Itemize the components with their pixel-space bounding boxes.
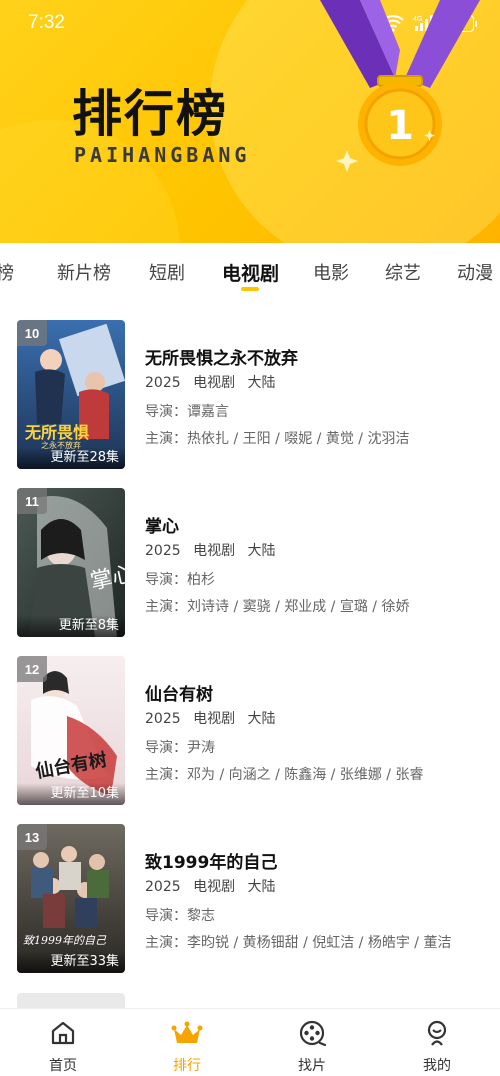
item-cast: 主演：刘诗诗 / 窦骁 / 郑业成 / 宣璐 / 徐娇 xyxy=(145,599,410,615)
poster-image[interactable]: 掌心 11 更新至8集 xyxy=(17,488,125,637)
nav-ranking[interactable]: 排行 xyxy=(137,1009,237,1076)
item-director: 导演：尹涛 xyxy=(145,740,215,756)
list-item[interactable]: 无所畏惧 之永不放弃 10 更新至28集 无所畏惧之永不放弃 2025 电视剧 … xyxy=(0,320,500,470)
category-tabs: 榜 新片榜 短剧 电视剧 电影 综艺 动漫 xyxy=(0,243,500,301)
item-meta: 2025 电视剧 大陆 xyxy=(145,372,284,392)
rank-badge: 12 xyxy=(17,656,47,682)
item-director: 导演：谭嘉言 xyxy=(145,404,229,420)
poster-image[interactable]: 致1999年的自己 13 更新至33集 xyxy=(17,824,125,973)
item-year: 2025 xyxy=(145,375,181,391)
page-subtitle: PAIHANGBANG xyxy=(74,143,251,167)
nav-home[interactable]: 首页 xyxy=(13,1009,113,1076)
update-status: 更新至28集 xyxy=(17,447,125,469)
tab-tv-series[interactable]: 电视剧 xyxy=(222,259,279,286)
item-meta: 2025 电视剧 大陆 xyxy=(145,708,284,728)
home-icon xyxy=(51,1021,75,1045)
update-status: 更新至10集 xyxy=(17,783,125,805)
gold-medal-icon: 1 xyxy=(320,0,480,172)
item-cast: 主演：李昀锐 / 黄杨钿甜 / 倪虹洁 / 杨皓宇 / 董洁 xyxy=(145,935,452,951)
tab-new-releases[interactable]: 新片榜 xyxy=(57,259,111,285)
list-item[interactable]: 掌心 11 更新至8集 掌心 2025 电视剧 大陆 导演：柏杉 主演：刘诗诗 … xyxy=(0,488,500,638)
item-title[interactable]: 致1999年的自己 xyxy=(145,848,277,873)
item-year: 2025 xyxy=(145,879,181,895)
item-title[interactable]: 仙台有树 xyxy=(145,680,213,705)
poster-image[interactable]: 仙台有树 12 更新至10集 xyxy=(17,656,125,805)
header-banner: 7:32 4G 排行榜 PAIHANGBANG 1 xyxy=(0,0,500,243)
item-director: 导演：柏杉 xyxy=(145,572,215,588)
item-meta: 2025 电视剧 大陆 xyxy=(145,876,284,896)
item-genre: 电视剧 xyxy=(193,711,236,727)
tab-anime[interactable]: 动漫 xyxy=(457,259,493,285)
list-item[interactable]: 仙台有树 12 更新至10集 仙台有树 2025 电视剧 大陆 导演：尹涛 主演… xyxy=(0,656,500,806)
svg-text:无所畏惧: 无所畏惧 xyxy=(24,423,89,442)
update-status: 更新至33集 xyxy=(17,951,125,973)
crown-icon xyxy=(171,1021,203,1043)
nav-find-movies[interactable]: 找片 xyxy=(262,1009,362,1076)
page-title: 排行榜 xyxy=(72,85,228,143)
poster-image[interactable]: 无所畏惧 之永不放弃 10 更新至28集 xyxy=(17,320,125,469)
nav-profile-label: 我的 xyxy=(423,1058,451,1074)
item-title[interactable]: 掌心 xyxy=(145,512,179,537)
item-genre: 电视剧 xyxy=(193,375,236,391)
active-tab-indicator xyxy=(241,287,259,291)
tab-variety[interactable]: 综艺 xyxy=(385,259,421,285)
item-cast: 主演：邓为 / 向涵之 / 陈鑫海 / 张维娜 / 张睿 xyxy=(145,767,424,783)
item-year: 2025 xyxy=(145,711,181,727)
nav-find-movies-label: 找片 xyxy=(298,1058,326,1074)
item-title[interactable]: 无所畏惧之永不放弃 xyxy=(145,344,298,369)
nav-ranking-label: 排行 xyxy=(173,1058,201,1074)
item-region: 大陆 xyxy=(247,879,276,895)
tab-movies[interactable]: 电影 xyxy=(313,259,349,285)
rank-badge: 10 xyxy=(17,320,47,346)
item-meta: 2025 电视剧 大陆 xyxy=(145,540,284,560)
update-status: 更新至8集 xyxy=(17,615,125,637)
list-item[interactable]: 致1999年的自己 13 更新至33集 致1999年的自己 2025 电视剧 大… xyxy=(0,824,500,974)
bottom-navigation: 首页 排行 找片 我的 xyxy=(0,1008,500,1076)
film-reel-icon xyxy=(299,1020,326,1047)
svg-text:1: 1 xyxy=(386,103,414,149)
rank-badge: 11 xyxy=(17,488,47,514)
item-region: 大陆 xyxy=(247,711,276,727)
nav-home-label: 首页 xyxy=(49,1058,77,1074)
next-item-peek[interactable] xyxy=(17,993,125,1008)
profile-icon xyxy=(427,1020,447,1046)
nav-profile[interactable]: 我的 xyxy=(387,1009,487,1076)
rank-badge: 13 xyxy=(17,824,47,850)
item-genre: 电视剧 xyxy=(193,879,236,895)
item-region: 大陆 xyxy=(247,543,276,559)
item-cast: 主演：热依扎 / 王阳 / 啜妮 / 黄觉 / 沈羽洁 xyxy=(145,431,410,447)
tab-short-drama[interactable]: 短剧 xyxy=(149,259,185,285)
item-region: 大陆 xyxy=(247,375,276,391)
item-director: 导演：黎志 xyxy=(145,908,215,924)
item-year: 2025 xyxy=(145,543,181,559)
svg-text:致1999年的自己: 致1999年的自己 xyxy=(23,934,107,947)
status-time: 7:32 xyxy=(28,12,65,33)
tab-hot[interactable]: 榜 xyxy=(0,259,14,285)
item-genre: 电视剧 xyxy=(193,543,236,559)
